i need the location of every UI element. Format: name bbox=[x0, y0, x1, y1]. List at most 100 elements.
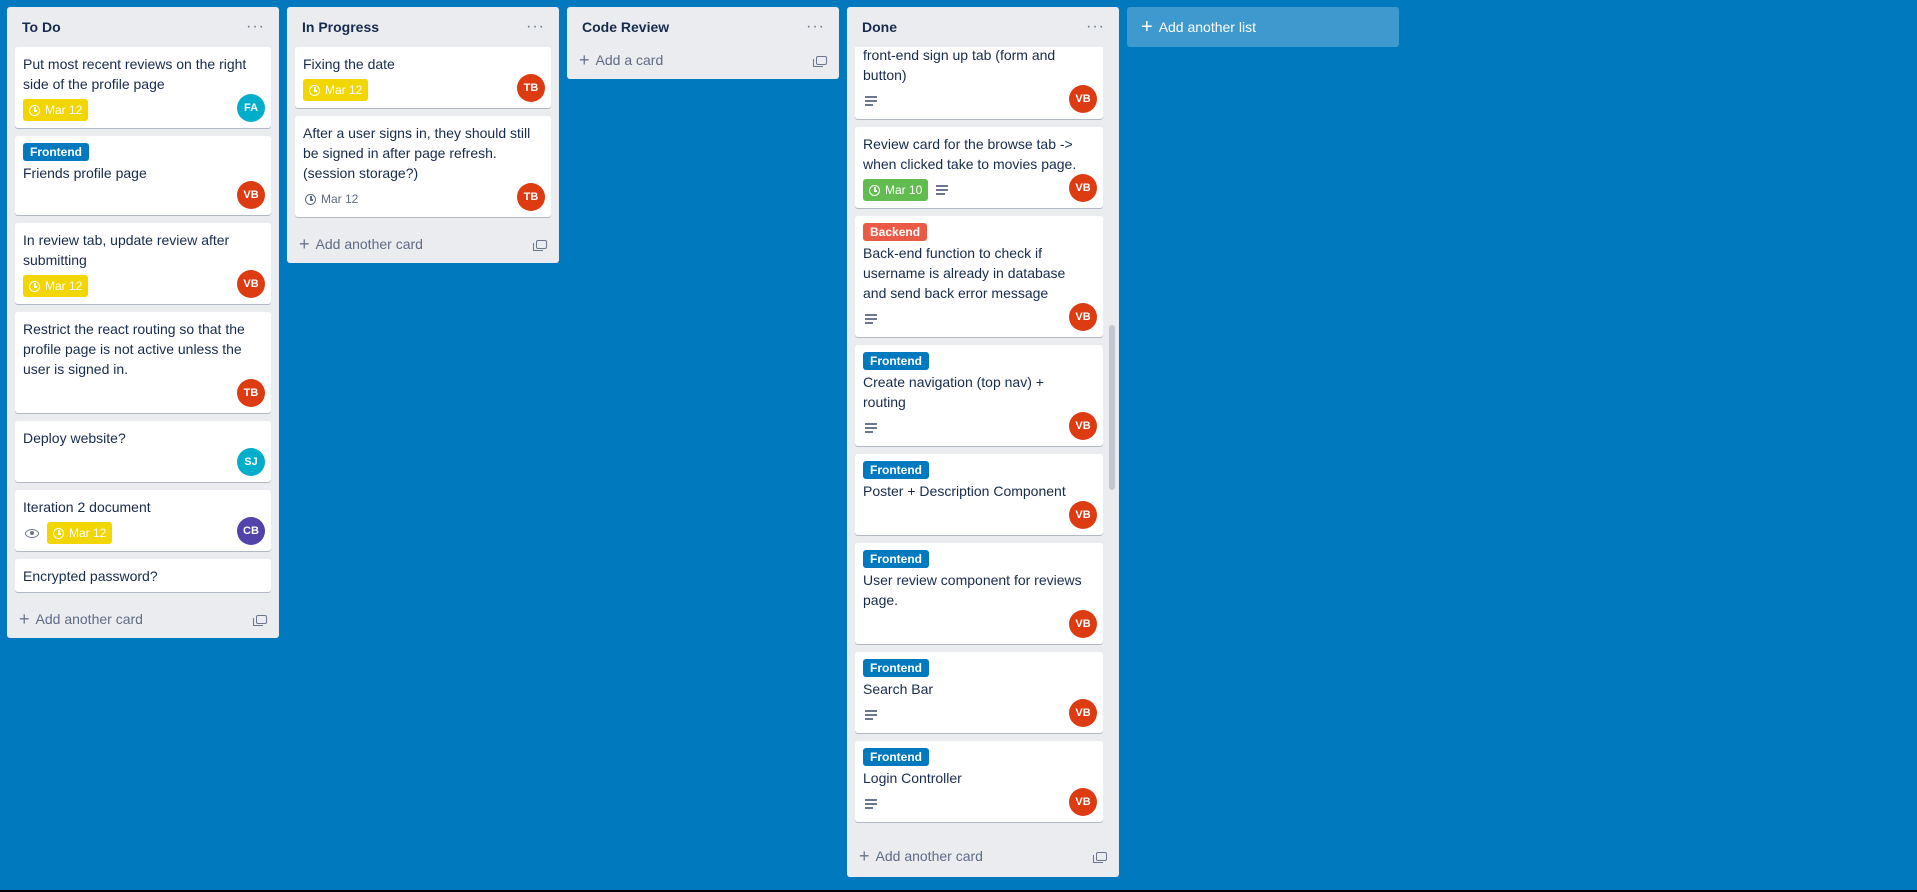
plus-icon: + bbox=[299, 234, 310, 254]
card[interactable]: Frontend Friends profile page VB bbox=[15, 136, 271, 215]
card-badges bbox=[23, 187, 263, 209]
card-badges bbox=[23, 452, 263, 476]
card[interactable]: front-end sign up tab (form and button) … bbox=[855, 47, 1103, 119]
description-icon bbox=[936, 185, 949, 195]
avatar[interactable]: VB bbox=[1069, 174, 1097, 202]
due-date-text: Mar 12 bbox=[69, 526, 107, 540]
due-date-badge[interactable]: Mar 12 bbox=[23, 99, 89, 121]
list-title[interactable]: Done bbox=[862, 19, 897, 35]
list-header[interactable]: Done ··· bbox=[847, 7, 1119, 47]
card-badges: Mar 12 bbox=[23, 521, 263, 545]
card-template-icon[interactable] bbox=[813, 55, 827, 67]
avatar[interactable]: VB bbox=[1069, 788, 1097, 816]
scrollbar[interactable] bbox=[1107, 47, 1115, 835]
avatar[interactable]: VB bbox=[1069, 501, 1097, 529]
avatar[interactable]: VB bbox=[237, 270, 265, 298]
list-menu-icon[interactable]: ··· bbox=[522, 16, 549, 38]
card-badges bbox=[863, 792, 1095, 816]
avatar[interactable]: CB bbox=[237, 517, 265, 545]
card[interactable]: After a user signs in, they should still… bbox=[295, 116, 551, 217]
card[interactable]: Frontend Create navigation (top nav) + r… bbox=[855, 345, 1103, 446]
due-date-badge[interactable]: Mar 12 bbox=[303, 188, 364, 210]
card-label: Frontend bbox=[863, 748, 929, 766]
plus-icon: + bbox=[859, 846, 870, 866]
add-card-button[interactable]: + Add another card bbox=[287, 225, 559, 263]
plus-icon: + bbox=[19, 609, 30, 629]
avatar[interactable]: VB bbox=[237, 181, 265, 209]
description-icon bbox=[865, 710, 877, 720]
card-label: Backend bbox=[863, 223, 928, 241]
card-label: Frontend bbox=[23, 143, 89, 161]
avatar[interactable]: VB bbox=[1069, 85, 1097, 113]
due-date-text: Mar 12 bbox=[321, 192, 359, 206]
card[interactable]: Restrict the react routing so that the p… bbox=[15, 312, 271, 413]
card-label: Frontend bbox=[863, 550, 929, 568]
due-date-badge[interactable]: Mar 12 bbox=[47, 522, 113, 544]
avatar[interactable]: VB bbox=[1069, 610, 1097, 638]
description-icon bbox=[865, 423, 877, 433]
add-card-label: Add another card bbox=[35, 611, 143, 627]
card[interactable]: In review tab, update review after submi… bbox=[15, 223, 271, 304]
card[interactable]: Backend Back-end function to check if us… bbox=[855, 216, 1103, 337]
avatar[interactable]: SJ bbox=[237, 448, 265, 476]
card[interactable]: Put most recent reviews on the right sid… bbox=[15, 47, 271, 128]
add-card-label: Add a card bbox=[595, 52, 664, 68]
card-badges bbox=[863, 505, 1095, 529]
avatar[interactable]: VB bbox=[1069, 412, 1097, 440]
card-title: After a user signs in, they should still… bbox=[303, 125, 531, 181]
card-badges bbox=[863, 703, 1095, 727]
add-list-button[interactable]: + Add another list bbox=[1127, 7, 1399, 47]
card-title: Friends profile page bbox=[23, 165, 147, 181]
card-title: Fixing the date bbox=[303, 56, 395, 72]
card-title: Deploy website? bbox=[23, 430, 126, 446]
card[interactable]: Encrypted password? bbox=[15, 559, 271, 592]
card-title: Back-end function to check if username i… bbox=[863, 245, 1066, 301]
add-card-button[interactable]: + Add another card bbox=[7, 600, 279, 638]
card[interactable]: Review card for the browse tab -> when c… bbox=[855, 127, 1103, 208]
card[interactable]: Fixing the date Mar 12 TB bbox=[295, 47, 551, 108]
add-card-button[interactable]: + Add another card bbox=[847, 835, 1119, 877]
card[interactable]: Frontend Poster + Description Component … bbox=[855, 454, 1103, 535]
avatar[interactable]: TB bbox=[517, 183, 545, 211]
avatar[interactable]: FA bbox=[237, 94, 265, 122]
card-template-icon[interactable] bbox=[1093, 851, 1107, 863]
card-badges: Mar 12 bbox=[303, 78, 543, 102]
list-title[interactable]: In Progress bbox=[302, 19, 379, 35]
list-todo: To Do ··· Put most recent reviews on the… bbox=[7, 7, 279, 638]
card-title: Create navigation (top nav) + routing bbox=[863, 374, 1044, 410]
due-date-badge[interactable]: Mar 12 bbox=[303, 79, 369, 101]
list-title[interactable]: Code Review bbox=[582, 19, 669, 35]
avatar[interactable]: TB bbox=[517, 74, 545, 102]
card-label: Frontend bbox=[863, 461, 929, 479]
card-title: Login Controller bbox=[863, 770, 962, 786]
due-date-text: Mar 12 bbox=[45, 103, 83, 117]
list-header[interactable]: To Do ··· bbox=[7, 7, 279, 47]
list-title[interactable]: To Do bbox=[22, 19, 61, 35]
card-badges bbox=[863, 416, 1095, 440]
scrollbar-thumb[interactable] bbox=[1109, 325, 1115, 490]
due-date-badge[interactable]: Mar 10 bbox=[863, 179, 929, 201]
list-menu-icon[interactable]: ··· bbox=[802, 16, 829, 38]
clock-icon bbox=[305, 193, 316, 205]
avatar[interactable]: VB bbox=[1069, 303, 1097, 331]
avatar[interactable]: TB bbox=[237, 379, 265, 407]
card[interactable]: Iteration 2 document Mar 12 CB bbox=[15, 490, 271, 551]
card[interactable]: Frontend User review component for revie… bbox=[855, 543, 1103, 644]
card-template-icon[interactable] bbox=[533, 239, 547, 251]
list-done: Done ··· front-end sign up tab (form and… bbox=[847, 7, 1119, 877]
avatar[interactable]: VB bbox=[1069, 699, 1097, 727]
list-menu-icon[interactable]: ··· bbox=[1082, 16, 1109, 38]
card[interactable]: Frontend Search Bar VB bbox=[855, 652, 1103, 733]
add-card-button[interactable]: + Add a card bbox=[567, 41, 839, 79]
list-menu-icon[interactable]: ··· bbox=[242, 16, 269, 38]
card-template-icon[interactable] bbox=[253, 614, 267, 626]
card-container: Fixing the date Mar 12 TB After a user s… bbox=[287, 47, 559, 225]
card-title: Iteration 2 document bbox=[23, 499, 151, 515]
card-title: User review component for reviews page. bbox=[863, 572, 1082, 608]
list-header[interactable]: In Progress ··· bbox=[287, 7, 559, 47]
board: To Do ··· Put most recent reviews on the… bbox=[7, 7, 1399, 877]
due-date-badge[interactable]: Mar 12 bbox=[23, 275, 89, 297]
card[interactable]: Frontend Login Controller VB bbox=[855, 741, 1103, 822]
card-title: Restrict the react routing so that the p… bbox=[23, 321, 245, 377]
card[interactable]: Deploy website? SJ bbox=[15, 421, 271, 482]
